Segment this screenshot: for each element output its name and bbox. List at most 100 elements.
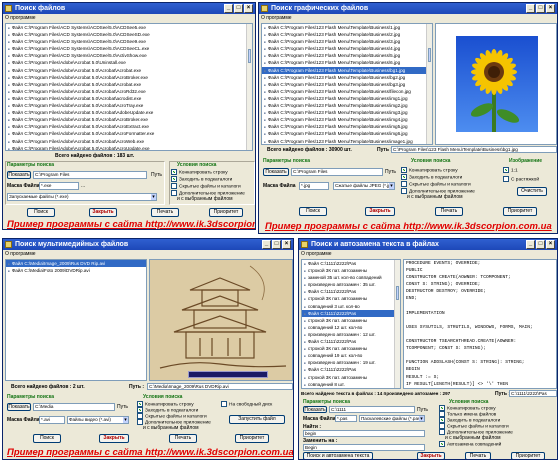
list-item[interactable]: произведено автозамен : 35 шт.	[302, 281, 400, 288]
priority-button[interactable]: Приоритет	[235, 434, 269, 443]
list-item[interactable]: Файл C:\Program Files\ACD Systems\ACDSee…	[6, 52, 252, 59]
show-button[interactable]: Показать	[303, 406, 327, 413]
scrollbar[interactable]	[426, 24, 432, 144]
results-list[interactable]: Файл C:\Program Files\123 Flash Menu\Tem…	[261, 23, 433, 145]
site-ad-link[interactable]: Пример программы с сайта http://www.ik.3…	[265, 221, 552, 232]
list-item[interactable]: Файл C:\Program Files\123 Flash Menu\Tem…	[262, 81, 432, 88]
title-bar[interactable]: Поиск мультимедийных файлов _ □ ×	[3, 239, 293, 250]
search-button[interactable]: Поиск	[27, 208, 55, 217]
list-item[interactable]: произведено автозамен : 12 шт.	[302, 331, 400, 338]
video-controls[interactable]	[188, 371, 268, 378]
menu-about[interactable]: О программе	[5, 251, 36, 258]
list-item[interactable]: Файл C:\Program Files\Adobe\Acrobat 5.0\…	[6, 116, 252, 123]
list-item[interactable]: Файл C:\Program Files\Adobe\Acrobat 5.0\…	[6, 123, 252, 130]
list-item[interactable]: строкой 3К пат. автозамены	[302, 295, 400, 302]
search-button[interactable]: Поиск	[299, 207, 327, 216]
list-item[interactable]: Файл C:\Media\Image_2009\Rus DVD Rip.avi	[6, 260, 146, 268]
menu-about[interactable]: О программе	[5, 15, 36, 22]
path-link[interactable]: Путь	[417, 407, 428, 413]
list-item[interactable]: Файл C:\Program Files\Adobe\Acrobat 5.0\…	[6, 130, 252, 137]
radio-1to1[interactable]: 1:1	[503, 167, 518, 174]
replace-input[interactable]: Begin	[303, 444, 425, 451]
list-item[interactable]: совпадений 3 шт. кол-во	[302, 303, 400, 310]
list-item[interactable]: Файл C:\Program Files\123 Flash Menu\Tem…	[262, 95, 432, 102]
list-item[interactable]: Файл C:\Program Files\123 Flash Menu\Tem…	[262, 109, 432, 116]
list-item[interactable]: совпадений 19 шт. кол-во	[302, 352, 400, 359]
list-item[interactable]: Файл C:\Program Files\Adobe\Acrobat 5.0\…	[6, 95, 252, 102]
list-item[interactable]: совпадений 12 шт. кол-во	[302, 324, 400, 331]
mask-input[interactable]: *.pas	[335, 415, 357, 422]
close-button[interactable]: Закрыть	[89, 208, 117, 217]
file-type-select[interactable]: Файлы видео (*.avi)	[67, 416, 129, 424]
list-item[interactable]: строкой 3К пат. автозамены	[302, 374, 400, 381]
list-item[interactable]: заменой 35 шт. кол-во совпадений	[302, 274, 400, 281]
list-item[interactable]: Файл C:\Program Files\Adobe\Acrobat 5.0\…	[6, 59, 252, 66]
list-item[interactable]: Файл C:\Program Files\123 Flash Menu\Tem…	[262, 66, 432, 74]
title-bar[interactable]: Поиск и автозамена текста в файлах _ □ ×	[299, 239, 557, 250]
list-item[interactable]: Файл C:\Program Files\123 Flash Menu\Tem…	[262, 31, 432, 38]
list-item[interactable]: Файл C:\1111\2222\Pas	[302, 388, 400, 389]
path-link[interactable]: Путь	[385, 169, 396, 175]
print-button[interactable]: Печать	[169, 434, 197, 443]
path-input[interactable]: C:\Program Files	[33, 171, 147, 179]
radio-stretch[interactable]: С растяжкой	[503, 176, 539, 183]
list-item[interactable]: Файл C:\Program Files\Adobe\Acrobat 5.0\…	[6, 74, 252, 81]
list-item[interactable]: Файл C:\Program Files\123 Flash Menu\Tem…	[262, 116, 432, 123]
list-item[interactable]: Файл C:\Program Files\Adobe\Acrobat 5.0\…	[6, 81, 252, 88]
close-window-button[interactable]: ×	[546, 240, 555, 249]
results-list[interactable]: Файл C:\Program Files\ACD Systems\ACDSee…	[5, 23, 253, 151]
mask-input[interactable]: *.avi	[39, 416, 65, 424]
list-item[interactable]: Файл C:\1111\2222\Pas	[302, 309, 400, 317]
mask-input[interactable]: *.jpg	[299, 182, 329, 190]
list-item[interactable]: Файл C:\Program Files\ACD Systems\ACDSee…	[6, 31, 252, 38]
minimize-button[interactable]: _	[526, 4, 535, 13]
priority-button[interactable]: Приоритет	[511, 452, 545, 459]
path-input[interactable]: C:\Media	[33, 403, 115, 411]
list-item[interactable]: Файл C:\Program Files\123 Flash Menu\Tem…	[262, 52, 432, 59]
path-link[interactable]: Путь	[117, 404, 128, 410]
list-item[interactable]: Файл C:\Program Files\123 Flash Menu\Tem…	[262, 74, 432, 81]
list-item[interactable]: Файл C:\Program Files\Adobe\Acrobat 5.0\…	[6, 145, 252, 150]
list-item[interactable]: Файл C:\1111\2222\Pas	[302, 366, 400, 373]
menu-about[interactable]: О программе	[301, 251, 332, 258]
list-item[interactable]: Файл C:\Program Files\123 Flash Menu\Tem…	[262, 123, 432, 130]
checkbox-free-space[interactable]: На свободный диск	[221, 401, 272, 408]
file-type-select[interactable]: Запускаемые файлы (*.exe)	[7, 193, 157, 201]
file-type-select[interactable]: Паскалевские файлы (*.pas)	[359, 415, 425, 422]
list-item[interactable]: Файл C:\Media\Foto 2009\DVDRip.avi	[6, 267, 146, 274]
list-item[interactable]: совпадений 8 шт.	[302, 381, 400, 388]
close-button[interactable]: Закрыть	[99, 434, 129, 443]
title-bar[interactable]: Поиск файлов _ □ ×	[3, 3, 255, 14]
maximize-button[interactable]: □	[234, 4, 243, 13]
print-button[interactable]: Печать	[465, 452, 491, 459]
mask-input[interactable]: *.exe	[39, 182, 79, 190]
list-item[interactable]: Файл C:\Program Files\Adobe\Acrobat 5.0\…	[6, 67, 252, 74]
results-list[interactable]: Файл C:\Media\Image_2009\Rus DVD Rip.avi…	[5, 259, 147, 381]
file-type-select[interactable]: Сжатые файлы JPEG (*.jpg)	[333, 182, 395, 190]
list-item[interactable]: строкой 3К пат. автозамены	[302, 267, 400, 274]
search-button[interactable]: Поиск	[33, 434, 61, 443]
list-item[interactable]: произведено автозамен : 19 шт.	[302, 359, 400, 366]
list-item[interactable]: Файл C:\Program Files\ACD Systems\ACDSee…	[6, 24, 252, 31]
list-item[interactable]: Файл C:\1111\2222\Pas	[302, 338, 400, 345]
path-input[interactable]: C:\Program Files	[291, 168, 383, 176]
minimize-button[interactable]: _	[526, 240, 535, 249]
priority-button[interactable]: Приоритет	[503, 207, 537, 216]
mask-button[interactable]: ...	[81, 183, 85, 189]
menu-about[interactable]: О программе	[261, 15, 292, 22]
open-file-button[interactable]: Запустить файл	[229, 415, 285, 424]
close-window-button[interactable]: ×	[546, 4, 555, 13]
priority-button[interactable]: Приоритет	[209, 208, 243, 217]
path-input[interactable]: C:\1111	[329, 406, 415, 413]
list-item[interactable]: Файл C:\Program Files\Adobe\Acrobat 5.0\…	[6, 102, 252, 109]
list-item[interactable]: Файл C:\Program Files\Adobe\Acrobat 5.0\…	[6, 138, 252, 145]
list-item[interactable]: Файл C:\Program Files\123 Flash Menu\Tem…	[262, 102, 432, 109]
list-item[interactable]: Файл C:\Program Files\ACD Systems\ACDSee…	[6, 45, 252, 52]
scrollbar[interactable]	[246, 24, 252, 150]
print-button[interactable]: Печать	[435, 207, 463, 216]
list-item[interactable]: строкой 3К пат. автозамены	[302, 345, 400, 352]
maximize-button[interactable]: □	[536, 4, 545, 13]
minimize-button[interactable]: _	[224, 4, 233, 13]
close-button[interactable]: Закрыть	[417, 452, 445, 459]
list-item[interactable]: Файл C:\Program Files\123 Flash Menu\Tem…	[262, 130, 432, 137]
